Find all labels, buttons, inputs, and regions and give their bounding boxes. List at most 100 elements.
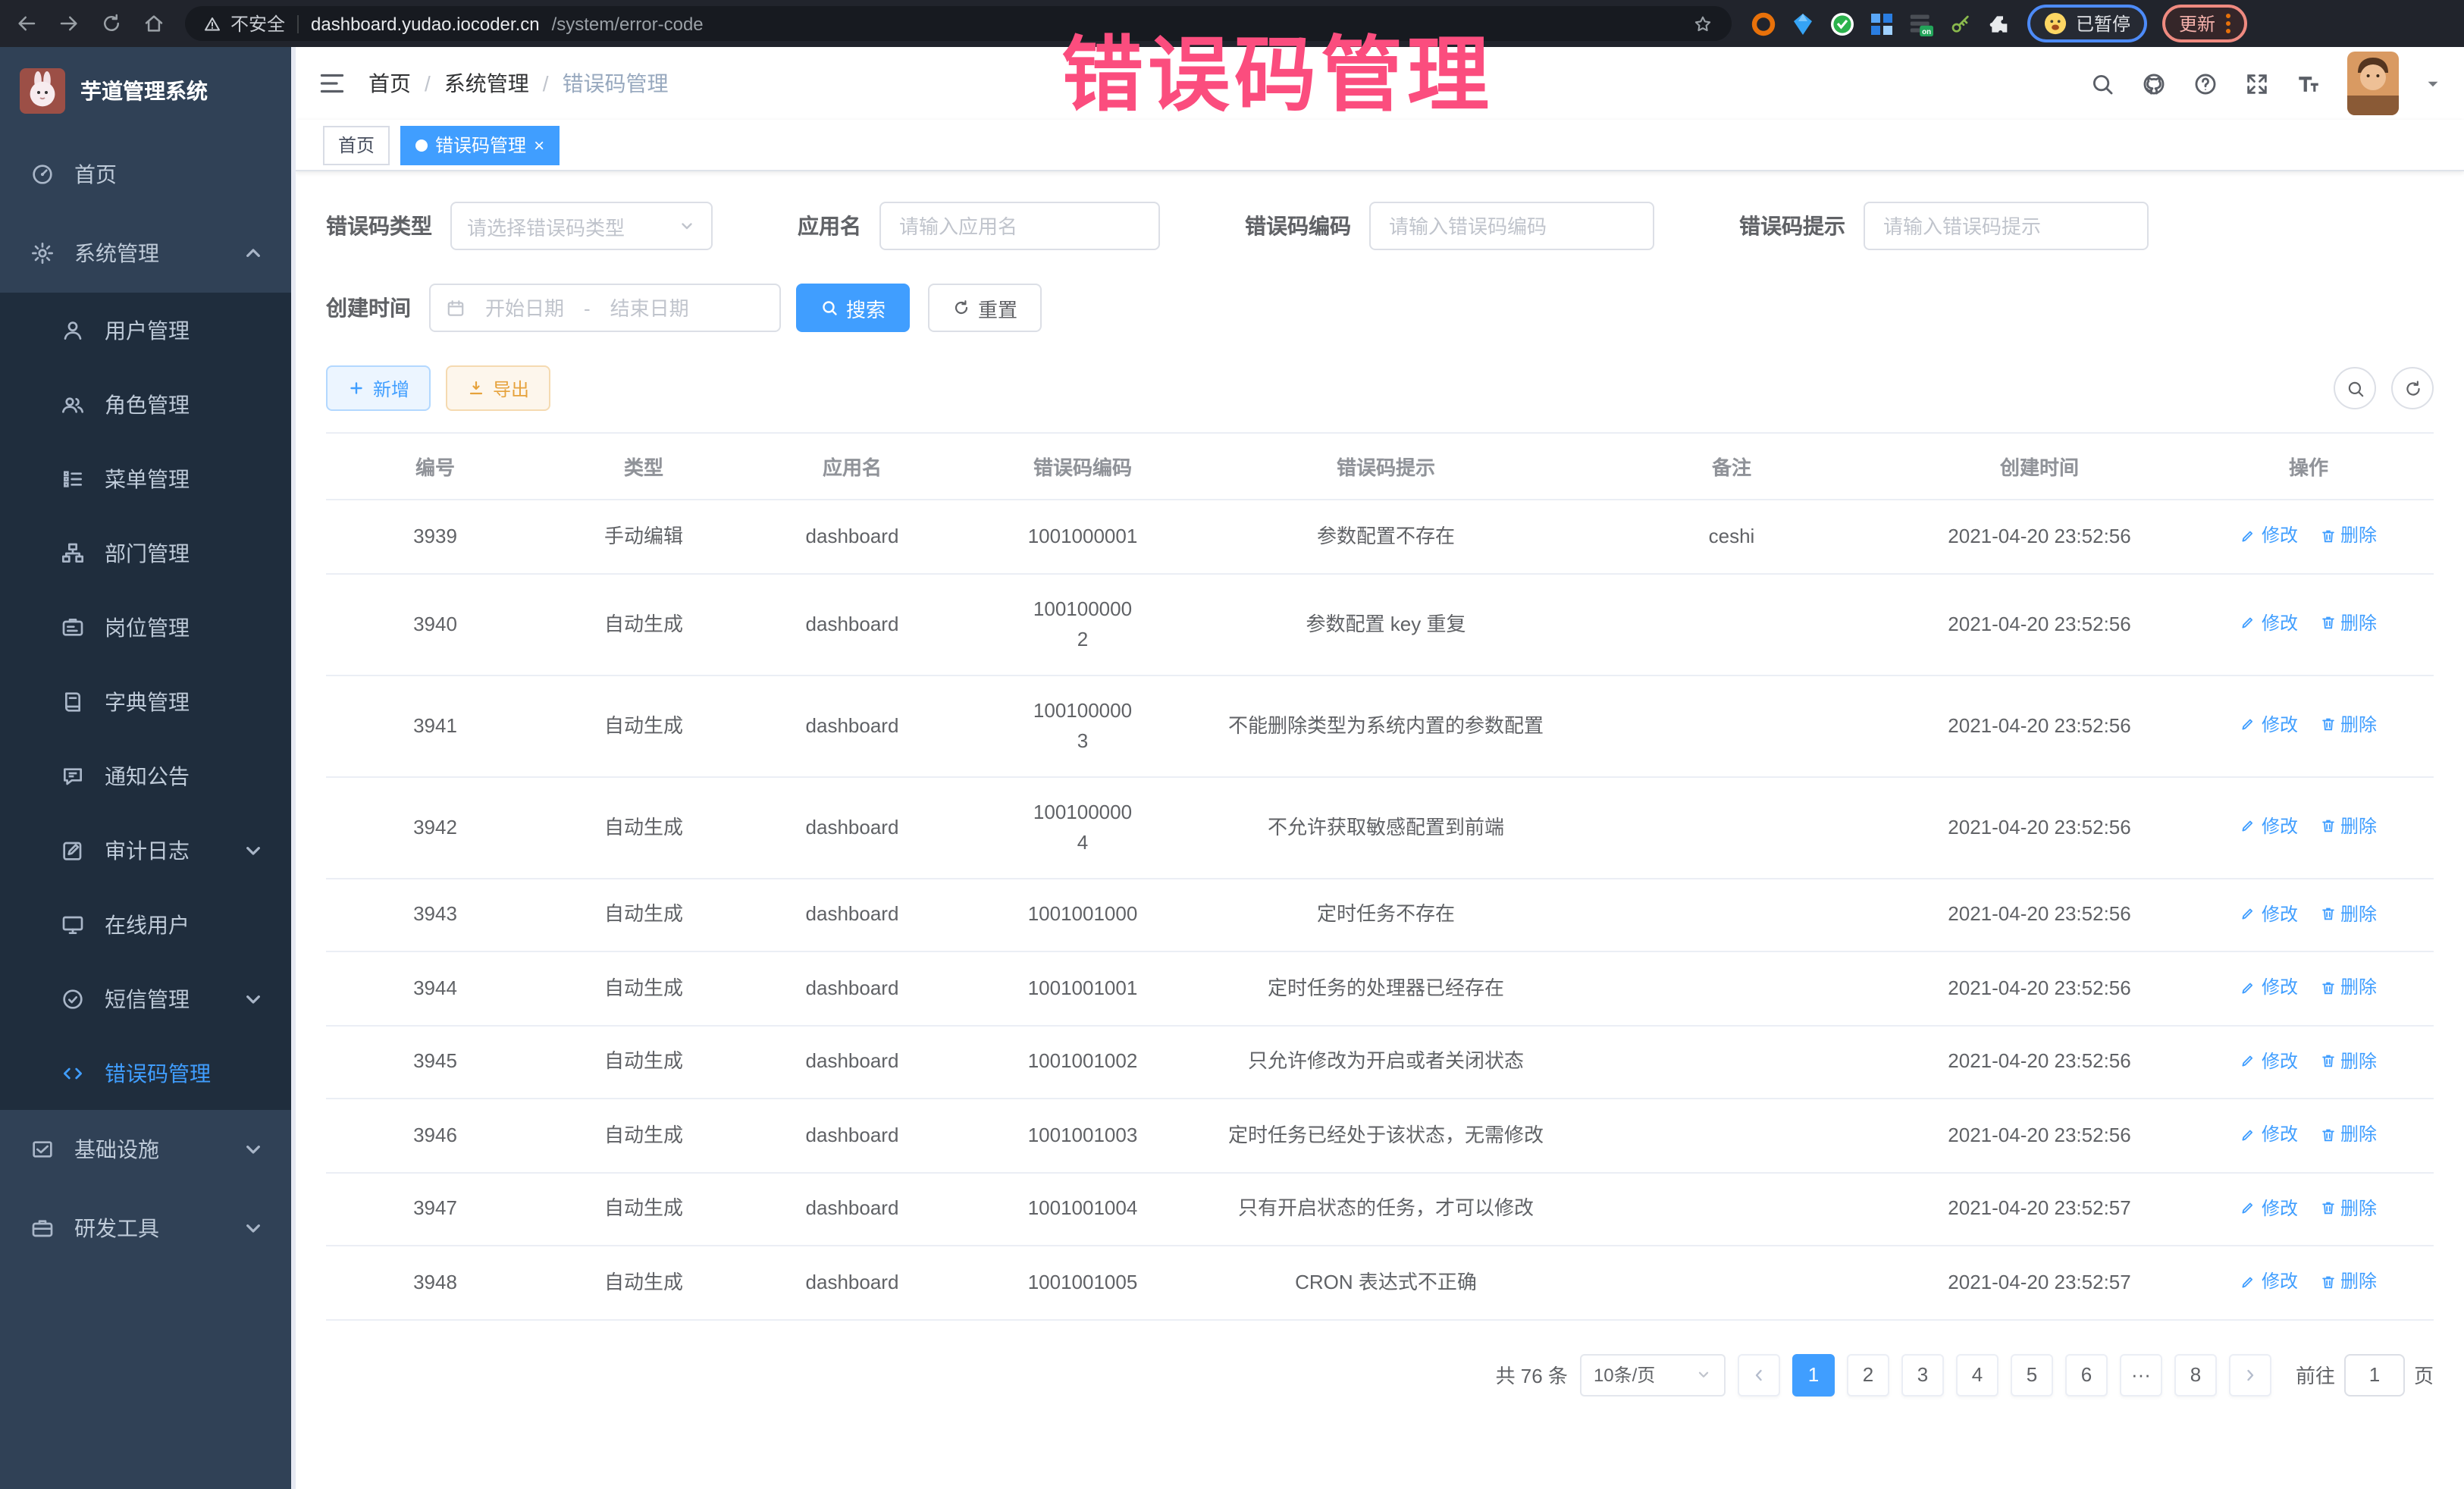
edit-link[interactable]: 修改 — [2240, 972, 2298, 1002]
reload-icon[interactable] — [100, 12, 123, 35]
search-icon[interactable] — [2089, 71, 2115, 96]
cell-type: 自动生成 — [544, 1025, 743, 1099]
delete-link[interactable]: 删除 — [2319, 1045, 2377, 1076]
cell-remark — [1568, 1246, 1895, 1319]
app-name-input[interactable] — [879, 202, 1160, 250]
sidebar-item-system-management[interactable]: 系统管理 — [0, 214, 296, 293]
delete-link[interactable]: 删除 — [2319, 710, 2377, 740]
home-icon[interactable] — [143, 12, 165, 35]
sidebar-item-audit-log[interactable]: 审计日志 — [0, 813, 296, 887]
edit-link[interactable]: 修改 — [2240, 1119, 2298, 1149]
sidebar-item-error-code-management[interactable]: 错误码管理 — [0, 1036, 296, 1110]
caret-down-icon[interactable] — [2425, 75, 2441, 92]
close-icon[interactable]: × — [534, 136, 544, 154]
help-icon[interactable] — [2193, 71, 2218, 96]
page-button-6[interactable]: 6 — [2065, 1353, 2108, 1396]
hamburger-icon[interactable] — [318, 70, 346, 97]
security-chip[interactable]: 不安全 — [203, 11, 285, 36]
profile-paused-chip[interactable]: 已暂停 — [2027, 5, 2147, 42]
delete-link[interactable]: 删除 — [2319, 520, 2377, 550]
sidebar-item-label: 在线用户 — [105, 909, 190, 939]
extension-key-icon[interactable] — [1948, 11, 1973, 36]
tag-error-code[interactable]: 错误码管理 × — [400, 125, 560, 165]
bookmark-star-icon[interactable] — [1692, 13, 1713, 34]
edit-link[interactable]: 修改 — [2240, 608, 2298, 638]
sidebar-item-online-users[interactable]: 在线用户 — [0, 887, 296, 961]
delete-link[interactable]: 删除 — [2319, 898, 2377, 929]
sidebar-item-home[interactable]: 首页 — [0, 135, 296, 214]
font-size-icon[interactable] — [2296, 71, 2321, 96]
page-button-2[interactable]: 2 — [1847, 1353, 1889, 1396]
sidebar-item-sms-management[interactable]: 短信管理 — [0, 961, 296, 1036]
delete-link[interactable]: 删除 — [2319, 1193, 2377, 1223]
delete-link[interactable]: 删除 — [2319, 608, 2377, 638]
github-icon[interactable] — [2141, 71, 2167, 96]
add-button[interactable]: 新增 — [326, 365, 431, 411]
extension-gem-icon[interactable] — [1791, 11, 1815, 36]
edit-link[interactable]: 修改 — [2240, 710, 2298, 740]
address-bar[interactable]: 不安全 dashboard.yudao.iocoder.cn/system/er… — [185, 6, 1732, 41]
edit-link[interactable]: 修改 — [2240, 1045, 2298, 1076]
app-logo[interactable]: 芋道管理系统 — [0, 47, 296, 135]
cell-code: 1001001005 — [961, 1246, 1204, 1319]
update-label: 更新 — [2179, 11, 2215, 36]
sidebar-item-dept-management[interactable]: 部门管理 — [0, 516, 296, 590]
extension-orange-icon[interactable] — [1751, 11, 1776, 36]
page-size-select[interactable]: 10条/页 — [1580, 1353, 1726, 1396]
page-button-5[interactable]: 5 — [2011, 1353, 2053, 1396]
page-ellipsis[interactable]: ··· — [2120, 1353, 2162, 1396]
extension-list[interactable]: on — [1909, 11, 1933, 36]
fullscreen-icon[interactable] — [2244, 71, 2270, 96]
page-button-1[interactable]: 1 — [1792, 1353, 1835, 1396]
tag-home[interactable]: 首页 — [323, 125, 390, 165]
sidebar-item-infrastructure[interactable]: 基础设施 — [0, 1110, 296, 1189]
toggle-search-button[interactable] — [2334, 367, 2376, 409]
edit-link[interactable]: 修改 — [2240, 1193, 2298, 1223]
start-date-input[interactable] — [475, 296, 575, 319]
page-button-3[interactable]: 3 — [1901, 1353, 1944, 1396]
sidebar-item-post-management[interactable]: 岗位管理 — [0, 590, 296, 664]
date-range-picker[interactable]: - — [429, 284, 781, 332]
export-button[interactable]: 导出 — [446, 365, 550, 411]
edit-link[interactable]: 修改 — [2240, 811, 2298, 842]
divider — [297, 14, 299, 33]
error-msg-input[interactable] — [1864, 202, 2149, 250]
cell-time: 2021-04-20 23:52:57 — [1895, 1172, 2183, 1246]
error-code-input[interactable] — [1369, 202, 1654, 250]
sidebar-item-notice[interactable]: 通知公告 — [0, 738, 296, 813]
cell-msg: 不允许获取敏感配置到前端 — [1204, 776, 1568, 878]
browser-update-button[interactable]: 更新 — [2162, 5, 2247, 42]
sidebar-item-user-management[interactable]: 用户管理 — [0, 293, 296, 367]
page-button-4[interactable]: 4 — [1956, 1353, 1998, 1396]
delete-link[interactable]: 删除 — [2319, 811, 2377, 842]
breadcrumb-home[interactable]: 首页 — [368, 68, 411, 99]
sidebar-item-menu-management[interactable]: 菜单管理 — [0, 441, 296, 516]
next-page-button[interactable] — [2229, 1353, 2271, 1396]
puzzle-extensions-icon[interactable] — [1988, 11, 2012, 36]
search-button[interactable]: 搜索 — [796, 284, 910, 332]
sidebar-item-role-management[interactable]: 角色管理 — [0, 367, 296, 441]
delete-link[interactable]: 删除 — [2319, 1266, 2377, 1296]
cell-code: 100100000 4 — [961, 776, 1204, 878]
delete-link[interactable]: 删除 — [2319, 1119, 2377, 1149]
sidebar-item-dict-management[interactable]: 字典管理 — [0, 664, 296, 738]
sidebar-item-dev-tools[interactable]: 研发工具 — [0, 1189, 296, 1268]
breadcrumb-system[interactable]: 系统管理 — [444, 68, 529, 99]
prev-page-button[interactable] — [1738, 1353, 1780, 1396]
delete-link[interactable]: 删除 — [2319, 972, 2377, 1002]
goto-page-input[interactable] — [2344, 1353, 2405, 1396]
reset-button[interactable]: 重置 — [928, 284, 1042, 332]
forward-icon[interactable] — [58, 12, 80, 35]
extension-v-icon[interactable] — [1830, 11, 1854, 36]
avatar[interactable] — [2347, 52, 2399, 115]
edit-link[interactable]: 修改 — [2240, 1266, 2298, 1296]
end-date-input[interactable] — [600, 296, 700, 319]
browser-menu-icon[interactable] — [2226, 14, 2230, 33]
error-type-select[interactable]: 请选择错误码类型 — [450, 202, 713, 250]
edit-link[interactable]: 修改 — [2240, 520, 2298, 550]
edit-link[interactable]: 修改 — [2240, 898, 2298, 929]
refresh-table-button[interactable] — [2391, 367, 2434, 409]
extension-squares-icon[interactable] — [1870, 11, 1894, 36]
back-icon[interactable] — [15, 12, 38, 35]
page-button-8[interactable]: 8 — [2174, 1353, 2217, 1396]
